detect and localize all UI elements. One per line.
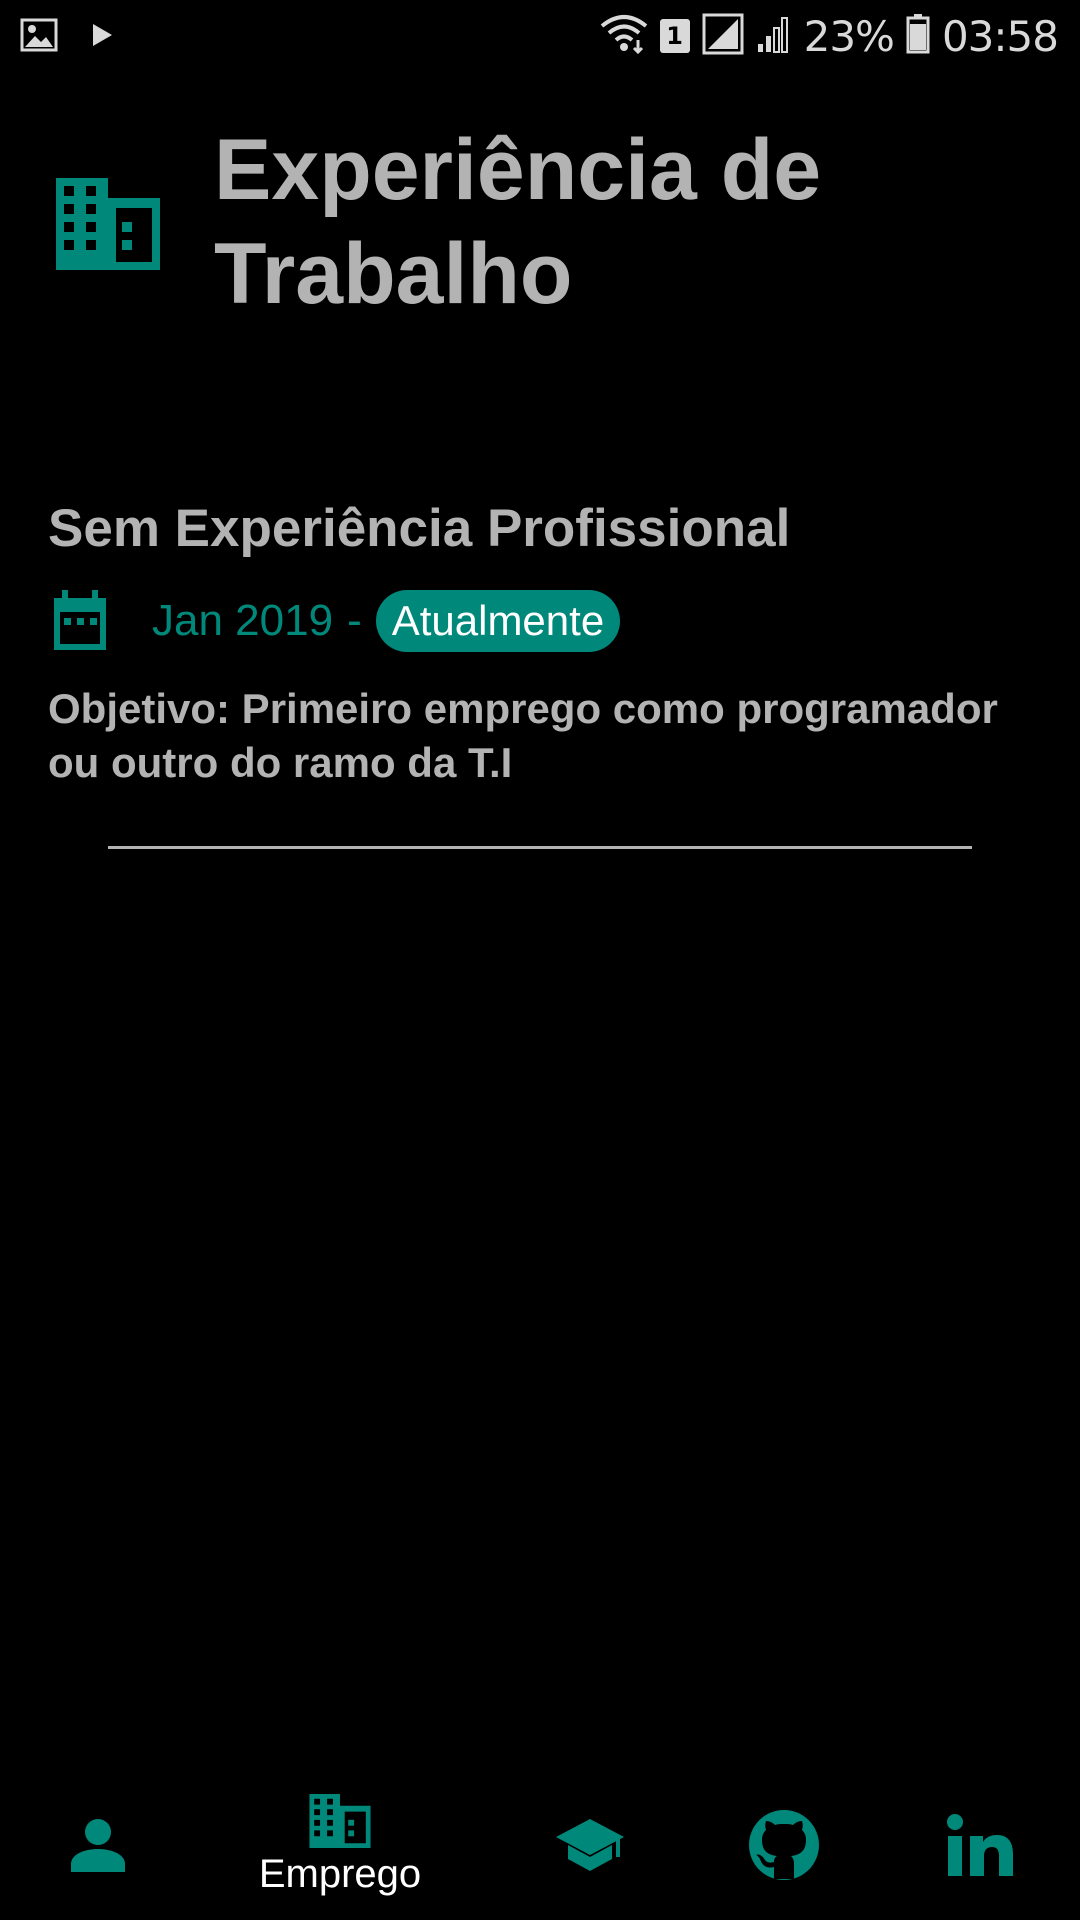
person-icon [71, 1818, 125, 1872]
status-bar: 1 23% 03:58 [0, 0, 1080, 72]
battery-percent: 23% [803, 11, 895, 61]
date-separator: - [347, 596, 362, 645]
nav-item-linkedin[interactable] [930, 1770, 1030, 1920]
clock: 03:58 [941, 11, 1059, 61]
linkedin-icon [947, 1814, 1013, 1876]
page-header: Experiência de Trabalho [56, 118, 974, 326]
date-start: Jan 2019 [152, 596, 334, 645]
nav-item-employment[interactable]: Emprego [240, 1770, 440, 1920]
nav-item-education[interactable] [540, 1770, 640, 1920]
experience-date-row: Jan 2019 - Atualmente [48, 588, 1032, 654]
signal-icon [702, 13, 744, 60]
image-icon [20, 16, 58, 59]
nav-label-employment: Emprego [258, 1851, 422, 1896]
building-icon [309, 1793, 371, 1848]
sim-icon: 1 [659, 19, 690, 53]
calendar-icon [52, 590, 114, 652]
wifi-icon [600, 14, 648, 59]
building-icon [56, 178, 160, 282]
status-left [20, 16, 114, 59]
nav-item-profile[interactable] [48, 1770, 148, 1920]
github-icon [748, 1809, 820, 1881]
page-title: Experiência de Trabalho [214, 122, 822, 322]
experience-item: Sem Experiência Profissional Jan 2019 - … [48, 494, 1032, 790]
battery-icon [906, 13, 930, 59]
current-badge: Atualmente [375, 590, 621, 652]
experience-objective: Objetivo: Primeiro emprego como programa… [48, 685, 998, 786]
signal-weak-icon [756, 14, 792, 59]
graduation-cap-icon [556, 1817, 624, 1873]
play-icon [90, 22, 114, 53]
bottom-nav: Emprego [0, 1770, 1080, 1920]
divider [108, 846, 972, 849]
nav-item-github[interactable] [734, 1770, 834, 1920]
status-right: 1 23% 03:58 [600, 10, 1059, 62]
experience-title: Sem Experiência Profissional [48, 499, 791, 558]
